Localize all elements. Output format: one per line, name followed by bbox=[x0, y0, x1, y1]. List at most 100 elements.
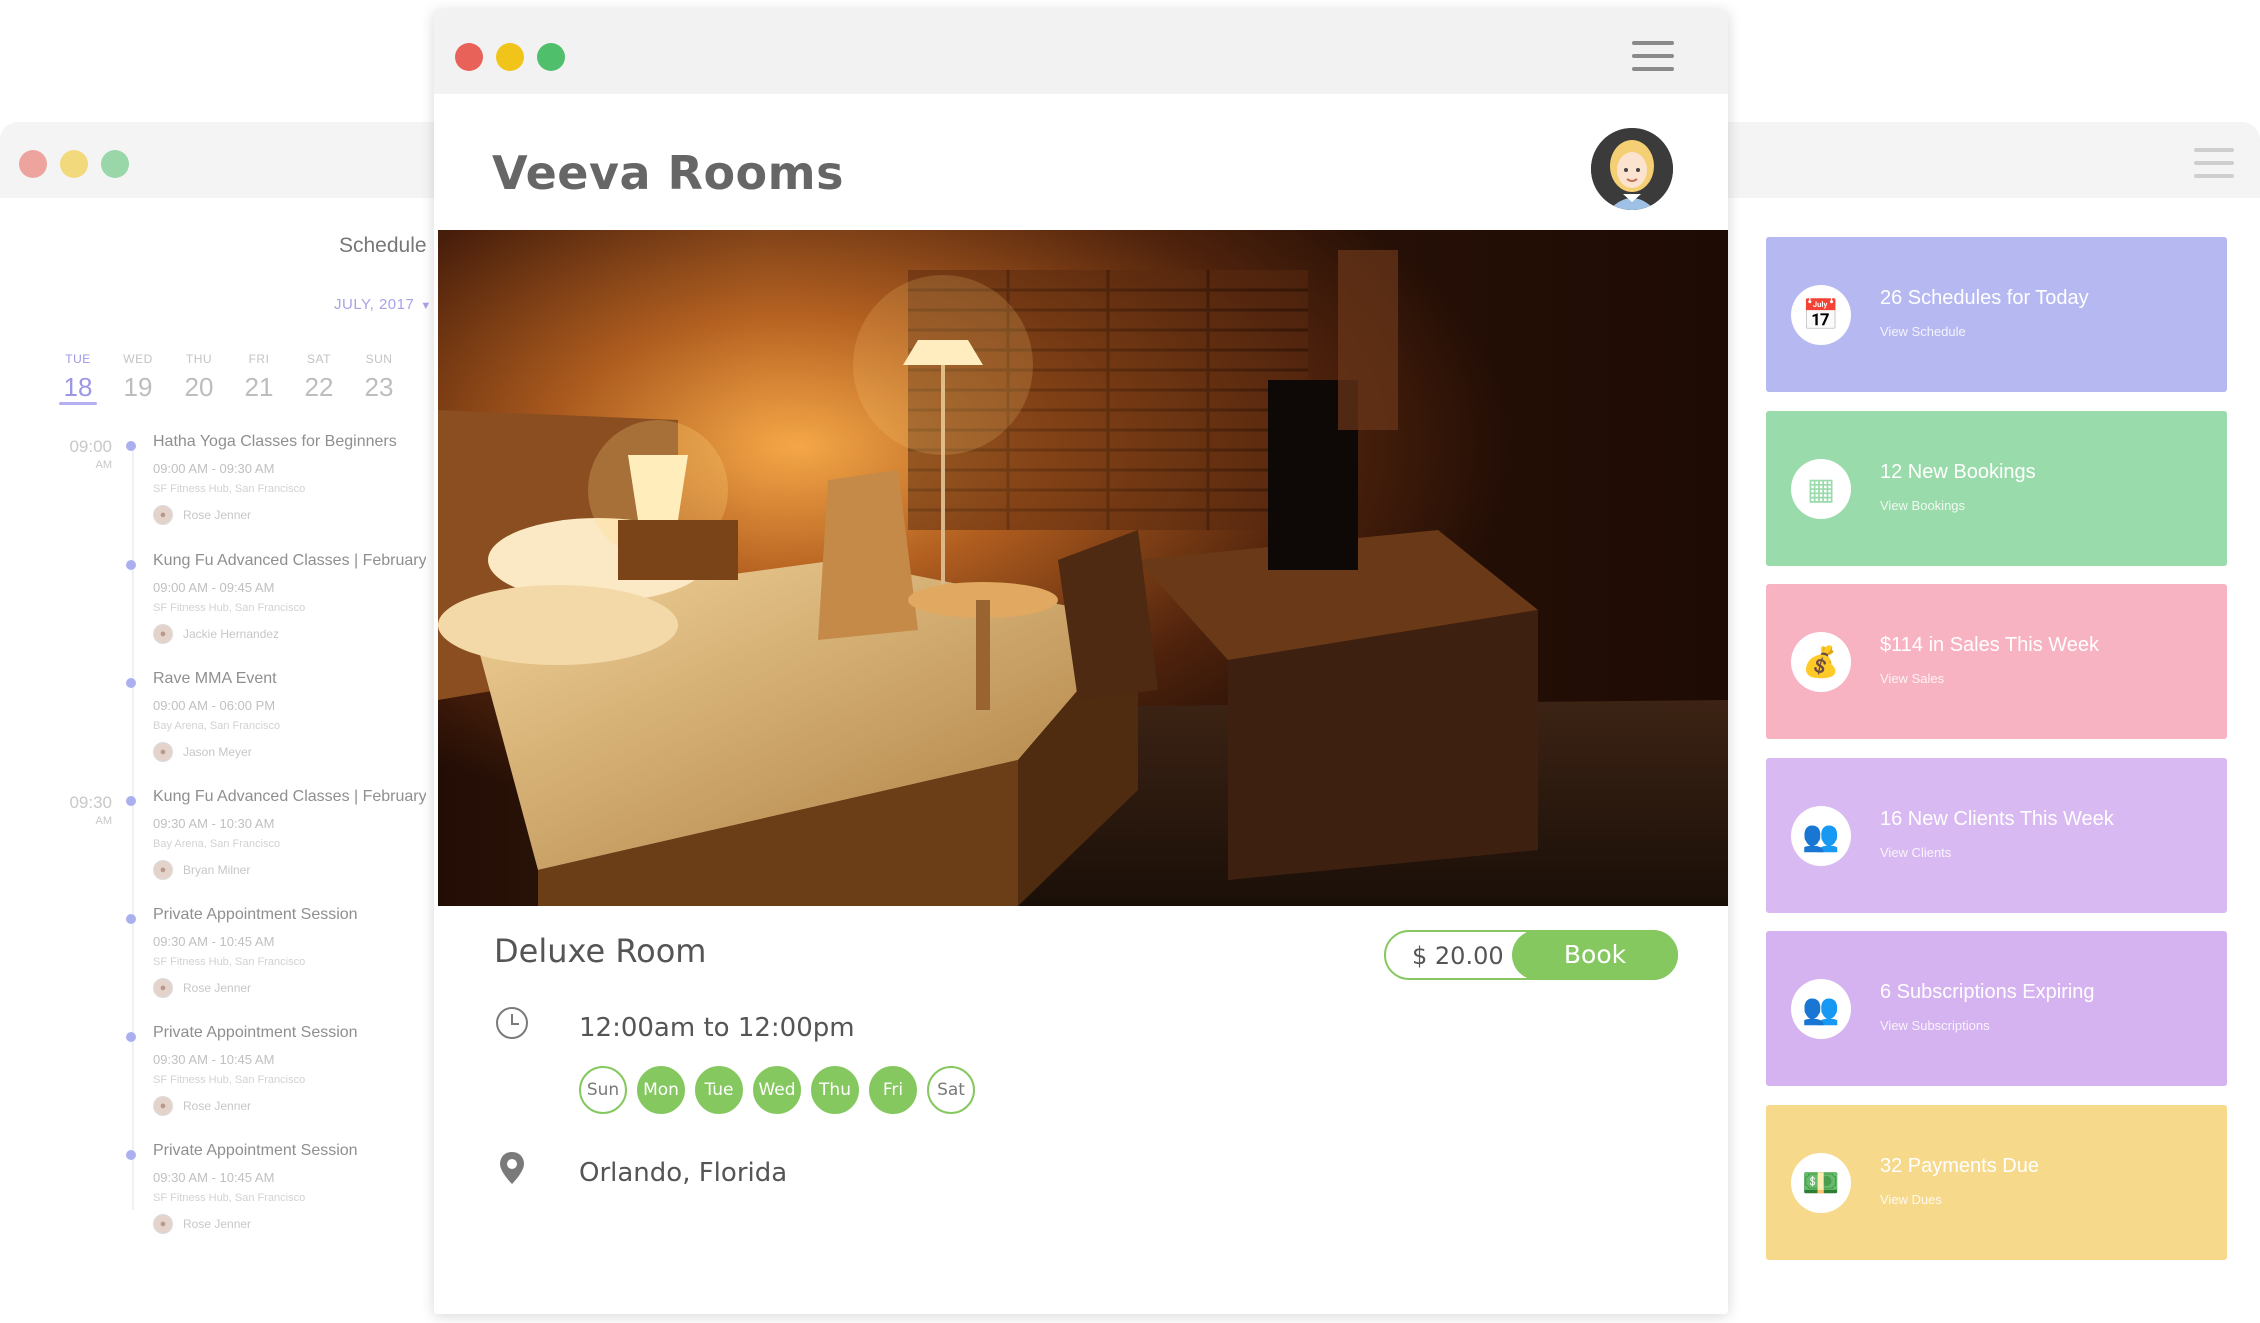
day-tab[interactable]: FRI 21 bbox=[234, 352, 284, 403]
stat-card[interactable]: 👥 16 New Clients This Week View Clients bbox=[1766, 758, 2227, 913]
room-name: Deluxe Room bbox=[494, 932, 707, 970]
stat-card[interactable]: 📅 26 Schedules for Today View Schedule bbox=[1766, 237, 2227, 392]
clock-icon bbox=[496, 1007, 528, 1039]
chevron-down-icon: ▼ bbox=[420, 300, 432, 312]
event-instructor: ● Rose Jenner bbox=[153, 977, 426, 999]
event-title: Private Appointment Session bbox=[153, 1142, 358, 1159]
card-icon-glyph: 💵 bbox=[1802, 1166, 1840, 1200]
event-bullet bbox=[126, 914, 136, 924]
maximize-dot[interactable] bbox=[537, 43, 565, 71]
front-titlebar bbox=[434, 10, 1728, 94]
event-instructor: ● Jackie Hernandez bbox=[153, 623, 426, 645]
day-tab-name: WED bbox=[123, 352, 153, 366]
stat-card[interactable]: 💵 32 Payments Due View Dues bbox=[1766, 1105, 2227, 1260]
instructor-name: Rose Jenner bbox=[183, 981, 252, 995]
app-header: Veeva Rooms bbox=[434, 94, 1728, 230]
day-chip-sun[interactable]: Sun bbox=[579, 1066, 627, 1114]
avatar-illustration bbox=[1591, 128, 1673, 210]
day-tab-date: 21 bbox=[244, 372, 274, 402]
event-bullet bbox=[126, 441, 136, 451]
instructor-avatar: ● bbox=[153, 742, 173, 762]
event-time: 09:30 AM - 10:45 AM bbox=[153, 934, 275, 949]
card-title: 32 Payments Due bbox=[1880, 1155, 2039, 1177]
card-icon-glyph: 👥 bbox=[1802, 819, 1840, 853]
schedule-event[interactable]: Private Appointment Session 09:30 AM - 10… bbox=[126, 1142, 426, 1235]
day-chip-wed[interactable]: Wed bbox=[753, 1066, 801, 1114]
schedule-event[interactable]: Kung Fu Advanced Classes | February 09:30… bbox=[126, 788, 426, 881]
room-hours: 12:00am to 12:00pm bbox=[579, 1013, 855, 1043]
calendar-icon: 📅 bbox=[1791, 285, 1851, 345]
schedule-event[interactable]: Rave MMA Event 09:00 AM - 06:00 PM Bay Are… bbox=[126, 670, 426, 763]
stat-card[interactable]: ▦ 12 New Bookings View Bookings bbox=[1766, 411, 2227, 566]
card-link[interactable]: View Bookings bbox=[1880, 498, 1965, 513]
event-instructor: ● Bryan Milner bbox=[153, 859, 426, 881]
price-book-control: $ 20.00 Book bbox=[1384, 930, 1678, 980]
stat-card[interactable]: 💰 $114 in Sales This Week View Sales bbox=[1766, 584, 2227, 739]
card-link[interactable]: View Schedule bbox=[1880, 324, 1966, 339]
users-icon: 👥 bbox=[1791, 806, 1851, 866]
time-slot-ampm: AM bbox=[95, 815, 113, 827]
event-title: Kung Fu Advanced Classes | February bbox=[153, 552, 426, 569]
grid-icon: ▦ bbox=[1791, 459, 1851, 519]
book-button[interactable]: Book bbox=[1512, 930, 1678, 980]
close-dot[interactable] bbox=[455, 43, 483, 71]
stat-card[interactable]: 👥 6 Subscriptions Expiring View Subscripti… bbox=[1766, 931, 2227, 1086]
schedule-event[interactable]: Hatha Yoga Classes for Beginners 09:00 AM… bbox=[126, 433, 426, 526]
room-price: $ 20.00 bbox=[1412, 942, 1504, 970]
day-tab-name: TUE bbox=[65, 352, 91, 366]
instructor-name: Rose Jenner bbox=[183, 1217, 252, 1231]
day-tab[interactable]: THU 20 bbox=[174, 352, 224, 403]
day-chip-tue[interactable]: Tue bbox=[695, 1066, 743, 1114]
event-bullet bbox=[126, 1032, 136, 1042]
instructor-avatar: ● bbox=[153, 978, 173, 998]
event-time: 09:00 AM - 06:00 PM bbox=[153, 698, 276, 713]
card-link[interactable]: View Dues bbox=[1880, 1192, 1942, 1207]
minimize-dot[interactable] bbox=[496, 43, 524, 71]
event-instructor: ● Jason Meyer bbox=[153, 741, 426, 763]
card-link[interactable]: View Sales bbox=[1880, 671, 1944, 686]
instructor-avatar: ● bbox=[153, 1214, 173, 1234]
card-title: 12 New Bookings bbox=[1880, 461, 2036, 483]
maximize-dot[interactable] bbox=[101, 150, 129, 178]
instructor-avatar: ● bbox=[153, 860, 173, 880]
day-tab[interactable]: SAT 22 bbox=[294, 352, 344, 403]
day-tab-date: 20 bbox=[184, 372, 214, 402]
day-tab-name: SUN bbox=[365, 352, 393, 366]
schedule-event[interactable]: Private Appointment Session 09:30 AM - 10… bbox=[126, 906, 426, 999]
instructor-avatar: ● bbox=[153, 505, 173, 525]
day-tab-date: 18 bbox=[63, 372, 93, 402]
hamburger-icon[interactable] bbox=[2194, 148, 2234, 187]
event-location: SF Fitness Hub, San Francisco bbox=[153, 956, 306, 968]
month-selector[interactable]: JULY, 2017 ▼ bbox=[334, 296, 432, 313]
card-title: 26 Schedules for Today bbox=[1880, 287, 2089, 309]
map-pin-icon bbox=[500, 1152, 524, 1184]
event-title: Kung Fu Advanced Classes | February bbox=[153, 788, 426, 805]
day-tab[interactable]: WED 19 bbox=[113, 352, 163, 403]
event-bullet bbox=[126, 1150, 136, 1160]
day-chip-sat[interactable]: Sat bbox=[927, 1066, 975, 1114]
card-link[interactable]: View Clients bbox=[1880, 845, 1951, 860]
event-time: 09:30 AM - 10:30 AM bbox=[153, 816, 275, 831]
schedule-event[interactable]: Kung Fu Advanced Classes | February 09:00… bbox=[126, 552, 426, 645]
day-tab[interactable]: SUN 23 bbox=[354, 352, 404, 403]
day-chip-fri[interactable]: Fri bbox=[869, 1066, 917, 1114]
hamburger-icon[interactable] bbox=[1632, 41, 1674, 80]
event-time: 09:00 AM - 09:30 AM bbox=[153, 461, 275, 476]
user-avatar[interactable] bbox=[1591, 128, 1673, 210]
schedule-event[interactable]: Private Appointment Session 09:30 AM - 10… bbox=[126, 1024, 426, 1117]
instructor-name: Jason Meyer bbox=[183, 745, 252, 759]
day-tab[interactable]: TUE 18 bbox=[53, 352, 103, 405]
event-bullet bbox=[126, 678, 136, 688]
close-dot[interactable] bbox=[19, 150, 47, 178]
event-location: SF Fitness Hub, San Francisco bbox=[153, 1074, 306, 1086]
day-tab-name: FRI bbox=[248, 352, 270, 366]
time-slot-label: 09:00 AM bbox=[60, 437, 112, 471]
day-chip-thu[interactable]: Thu bbox=[811, 1066, 859, 1114]
day-tab-date: 23 bbox=[364, 372, 394, 402]
cash-icon: 💵 bbox=[1791, 1153, 1851, 1213]
event-instructor: ● Rose Jenner bbox=[153, 504, 426, 526]
instructor-name: Rose Jenner bbox=[183, 1099, 252, 1113]
minimize-dot[interactable] bbox=[60, 150, 88, 178]
day-chip-mon[interactable]: Mon bbox=[637, 1066, 685, 1114]
card-link[interactable]: View Subscriptions bbox=[1880, 1018, 1990, 1033]
